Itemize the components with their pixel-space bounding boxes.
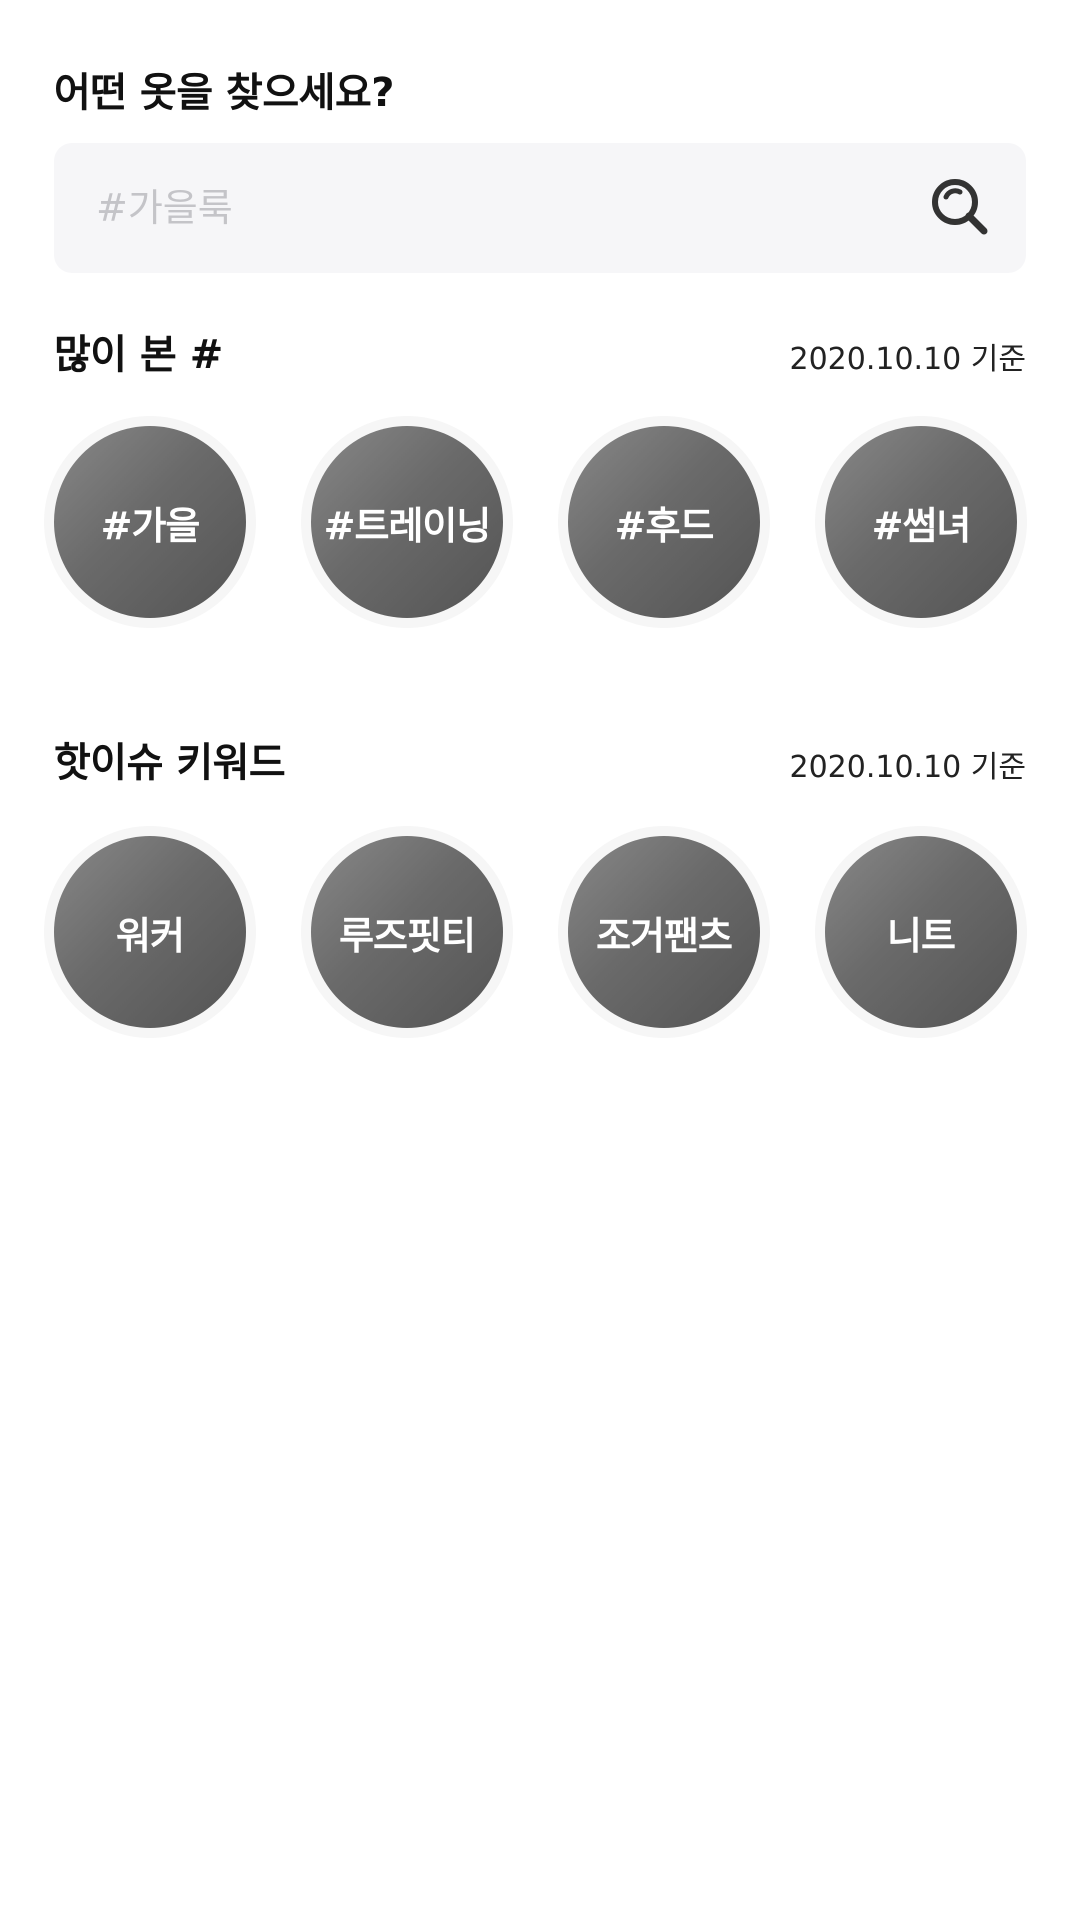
tag-chip-label: #트레이닝 [323, 503, 492, 548]
hot-issue-title: 핫이슈 키워드 [54, 740, 286, 786]
search-icon[interactable] [928, 175, 992, 239]
page-title: 어떤 옷을 찾으세요? [54, 70, 394, 116]
keyword-chip-label: 워커 [116, 913, 185, 958]
hot-issue-date: 2020.10.10 기준 [789, 750, 1026, 785]
keyword-chip-circle: 니트 [825, 836, 1017, 1028]
tag-chip-label: #후드 [614, 503, 715, 548]
tag-chip[interactable]: #트레이닝 [301, 416, 513, 628]
search-bar[interactable] [54, 143, 1026, 273]
hot-issue-keyword-list: 워커 루즈핏티 조거팬츠 니트 [44, 826, 1036, 1038]
tag-chip-circle: #썸녀 [825, 426, 1017, 618]
tag-chip-label: #가을 [100, 503, 201, 548]
keyword-chip[interactable]: 워커 [44, 826, 256, 1038]
keyword-chip-label: 니트 [887, 913, 956, 958]
tag-chip[interactable]: #후드 [558, 416, 770, 628]
tag-chip[interactable]: #가을 [44, 416, 256, 628]
search-page: 어떤 옷을 찾으세요? 많이 본 # 2020.10.10 기준 #가을 #트레… [0, 0, 1080, 1926]
tag-chip-circle: #후드 [568, 426, 760, 618]
keyword-chip-circle: 루즈핏티 [311, 836, 503, 1028]
tag-chip-circle: #트레이닝 [311, 426, 503, 618]
tag-chip[interactable]: #썸녀 [815, 416, 1027, 628]
search-input[interactable] [96, 173, 876, 243]
most-viewed-tag-list: #가을 #트레이닝 #후드 #썸녀 [44, 416, 1036, 628]
keyword-chip[interactable]: 니트 [815, 826, 1027, 1038]
keyword-chip-circle: 조거팬츠 [568, 836, 760, 1028]
keyword-chip-circle: 워커 [54, 836, 246, 1028]
most-viewed-date: 2020.10.10 기준 [789, 342, 1026, 377]
keyword-chip[interactable]: 루즈핏티 [301, 826, 513, 1038]
most-viewed-title: 많이 본 # [54, 332, 223, 378]
tag-chip-label: #썸녀 [871, 503, 972, 548]
tag-chip-circle: #가을 [54, 426, 246, 618]
keyword-chip[interactable]: 조거팬츠 [558, 826, 770, 1038]
keyword-chip-label: 조거팬츠 [596, 913, 733, 958]
keyword-chip-label: 루즈핏티 [339, 913, 476, 958]
